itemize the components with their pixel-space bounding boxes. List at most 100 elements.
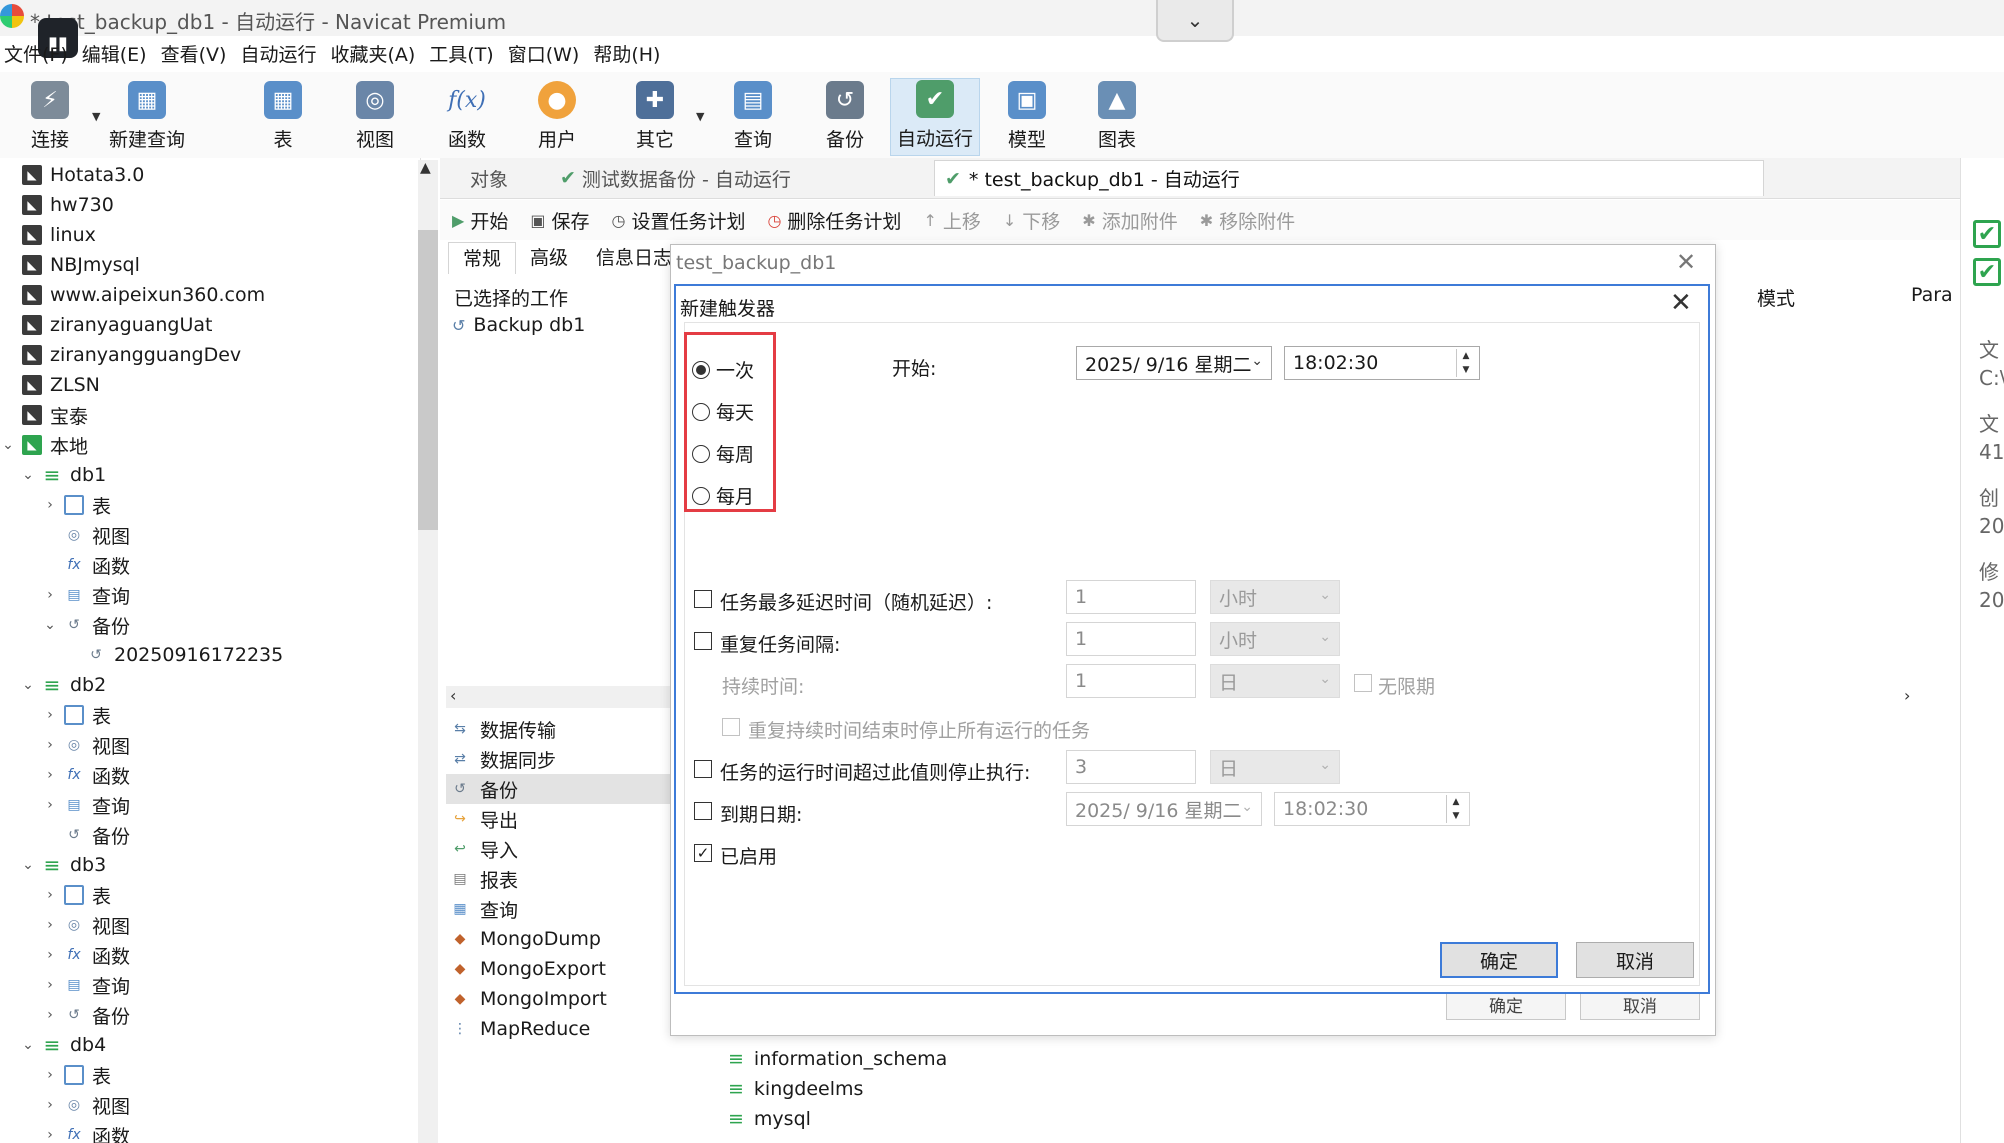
- tree-item-function[interactable]: › fx 函数: [42, 1120, 130, 1143]
- tree-db3[interactable]: ⌄ ≡ db3: [20, 850, 106, 880]
- close-icon[interactable]: ✕: [1670, 288, 1692, 318]
- column-header-mode[interactable]: 模式: [1757, 284, 1795, 311]
- tree-item-table[interactable]: › 表: [42, 700, 111, 730]
- tree-scrollbar-thumb[interactable]: [418, 230, 438, 530]
- tree-item-function[interactable]: fx 函数: [64, 550, 130, 580]
- list-item[interactable]: ↪ 导出: [446, 804, 670, 834]
- chevron-down-icon[interactable]: ⌄: [20, 857, 36, 873]
- tree-backup-file[interactable]: ↺ 20250916172235: [86, 640, 283, 670]
- radio-button[interactable]: [692, 444, 710, 463]
- chevron-right-icon[interactable]: ›: [42, 707, 58, 723]
- tree-item-backup[interactable]: ⌄ ↺ 备份: [42, 610, 130, 640]
- menu-edit[interactable]: 编辑(E): [78, 40, 151, 70]
- radio-once[interactable]: 一次: [692, 356, 754, 383]
- tree-item-view[interactable]: › ◎ 视图: [42, 730, 130, 760]
- chevron-right-icon[interactable]: ›: [42, 587, 58, 603]
- radio-monthly[interactable]: 每月: [692, 482, 754, 509]
- new-query-button[interactable]: ▦ 新建查询: [104, 78, 190, 156]
- list-item[interactable]: ▦ 查询: [446, 894, 670, 924]
- tree-connection-local[interactable]: ⌄ ◣ 本地: [0, 430, 88, 460]
- tree-db4[interactable]: ⌄ ≡ db4: [20, 1030, 106, 1060]
- chevron-right-icon[interactable]: ›: [42, 917, 58, 933]
- tree-db1[interactable]: ⌄ ≡ db1: [20, 460, 106, 490]
- tree-connection[interactable]: ◣ ziranyangguangDev: [22, 340, 241, 370]
- start-date-picker[interactable]: 2025/ 9/16 星期二 ⌄: [1076, 346, 1272, 380]
- list-item[interactable]: ◆ MongoExport: [446, 954, 670, 984]
- tab-test-backup-db1[interactable]: ✔ * test_backup_db1 - 自动运行: [934, 160, 1764, 196]
- stop-exceed-input[interactable]: 3: [1066, 750, 1196, 784]
- checkbox-icon[interactable]: ✔: [1973, 258, 2001, 286]
- start-time-input[interactable]: 18:02:30 ▲ ▼: [1284, 346, 1480, 380]
- chevron-down-icon[interactable]: ⌄: [0, 437, 16, 453]
- list-item[interactable]: ≡ information_schema: [728, 1044, 947, 1074]
- delay-unit-select[interactable]: 小时 ⌄: [1210, 580, 1340, 614]
- tree-connection[interactable]: ◣ linux: [22, 220, 96, 250]
- other-button[interactable]: ✚ 其它: [622, 78, 688, 156]
- tree-item-backup[interactable]: › ↺ 备份: [42, 1000, 130, 1030]
- close-icon[interactable]: ✕: [1676, 248, 1696, 276]
- list-item[interactable]: ≡ mysql: [728, 1104, 811, 1134]
- chart-button[interactable]: ▲ 图表: [1084, 78, 1150, 156]
- menu-help[interactable]: 帮助(H): [589, 40, 664, 70]
- chevron-down-icon[interactable]: ⌄: [1156, 0, 1234, 42]
- chevron-down-icon[interactable]: ⌄: [42, 617, 58, 633]
- time-spinner-icon[interactable]: ▲ ▼: [1446, 795, 1465, 823]
- tree-connection[interactable]: ◣ ziranyaguangUat: [22, 310, 212, 340]
- scroll-left-icon[interactable]: ‹: [450, 686, 456, 705]
- tree-item-query[interactable]: › ▤ 查询: [42, 580, 130, 610]
- chevron-right-icon[interactable]: ›: [42, 1007, 58, 1023]
- selected-job-item[interactable]: ↺ Backup db1: [452, 314, 585, 336]
- tree-connection[interactable]: ◣ NBJmysql: [22, 250, 140, 280]
- chevron-down-icon[interactable]: ⌄: [20, 677, 36, 693]
- tree-connection[interactable]: ◣ 宝泰: [22, 400, 88, 430]
- tree-item-backup[interactable]: ↺ 备份: [64, 820, 130, 850]
- list-item[interactable]: ≡ kingdeelms: [728, 1074, 863, 1104]
- column-header-para[interactable]: Para: [1911, 284, 1953, 306]
- tree-item-table[interactable]: › 表: [42, 490, 111, 520]
- tree-item-function[interactable]: › fx 函数: [42, 940, 130, 970]
- stop-exceed-unit-select[interactable]: 日 ⌄: [1210, 750, 1340, 784]
- delay-input[interactable]: 1: [1066, 580, 1196, 614]
- repeat-unit-select[interactable]: 小时 ⌄: [1210, 622, 1340, 656]
- tree-item-function[interactable]: › fx 函数: [42, 760, 130, 790]
- stop-exceed-checkbox[interactable]: [694, 760, 712, 778]
- cancel-button[interactable]: 取消: [1576, 942, 1694, 978]
- expire-checkbox[interactable]: [694, 802, 712, 820]
- radio-daily[interactable]: 每天: [692, 398, 754, 425]
- enabled-checkbox[interactable]: ✓: [694, 844, 712, 862]
- duration-input[interactable]: 1: [1066, 664, 1196, 698]
- expire-time-input[interactable]: 18:02:30 ▲ ▼: [1274, 792, 1470, 826]
- remove-attachment-button[interactable]: ✱ 移除附件: [1200, 207, 1295, 234]
- tab-objects[interactable]: 对象: [460, 160, 518, 196]
- ok-button[interactable]: 确定: [1440, 942, 1558, 978]
- tree-connection[interactable]: ◣ hw730: [22, 190, 114, 220]
- query-button[interactable]: ▤ 查询: [720, 78, 786, 156]
- tab-test-backup-automation[interactable]: ✔ 测试数据备份 - 自动运行: [550, 160, 801, 196]
- tree-connection[interactable]: ◣ www.aipeixun360.com: [22, 280, 265, 310]
- list-item[interactable]: ◆ MongoDump: [446, 924, 670, 954]
- list-item[interactable]: ◆ MongoImport: [446, 984, 670, 1014]
- table-button[interactable]: ▦ 表: [250, 78, 316, 156]
- radio-button[interactable]: [692, 360, 710, 379]
- radio-button[interactable]: [692, 486, 710, 505]
- indefinite-checkbox[interactable]: [1354, 674, 1372, 692]
- duration-unit-select[interactable]: 日 ⌄: [1210, 664, 1340, 698]
- chevron-right-icon[interactable]: ›: [42, 737, 58, 753]
- radio-weekly[interactable]: 每周: [692, 440, 754, 467]
- chevron-right-icon[interactable]: ›: [42, 797, 58, 813]
- tree-item-query[interactable]: › ▤ 查询: [42, 970, 130, 1000]
- chevron-right-icon[interactable]: ›: [42, 1067, 58, 1083]
- tree-connection[interactable]: ◣ ZLSN: [22, 370, 100, 400]
- stop-running-checkbox[interactable]: [722, 718, 740, 736]
- time-spinner-icon[interactable]: ▲ ▼: [1456, 349, 1475, 377]
- function-button[interactable]: f(x) 函数: [434, 78, 500, 156]
- tab-general[interactable]: 常规: [448, 242, 517, 274]
- set-schedule-button[interactable]: ◷ 设置任务计划: [611, 207, 745, 234]
- menu-file[interactable]: 文件(F): [0, 40, 72, 70]
- tree-item-table[interactable]: › 表: [42, 880, 111, 910]
- chevron-right-icon[interactable]: ›: [42, 887, 58, 903]
- chevron-right-icon[interactable]: ›: [42, 1097, 58, 1113]
- menu-favorites[interactable]: 收藏夹(A): [326, 40, 419, 70]
- list-item[interactable]: ⋮ MapReduce: [446, 1014, 670, 1044]
- chevron-right-icon[interactable]: ›: [42, 767, 58, 783]
